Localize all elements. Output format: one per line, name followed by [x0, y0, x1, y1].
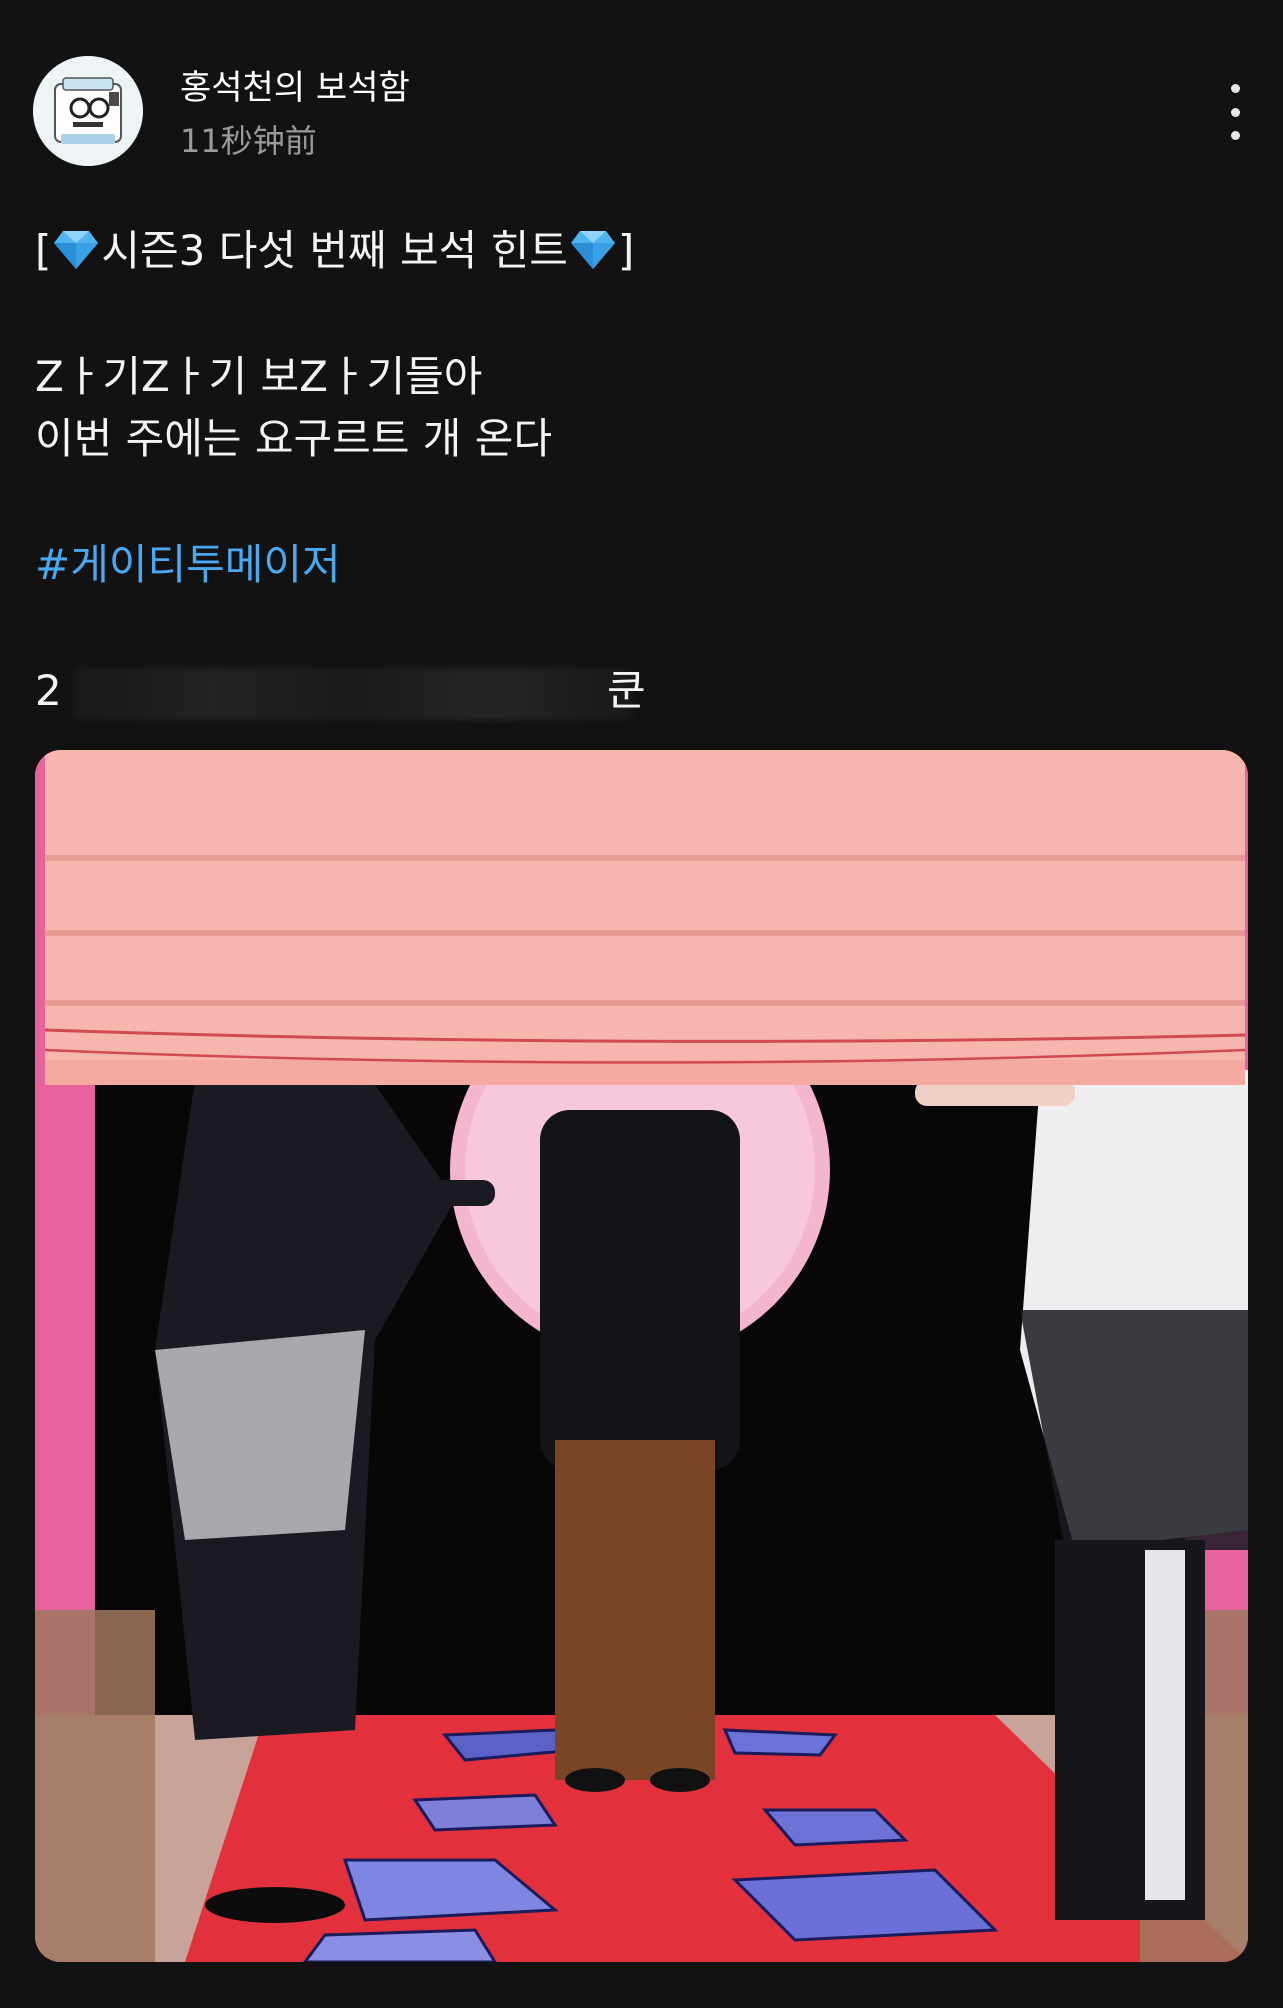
photo-scene [35, 750, 1248, 1962]
more-vertical-icon-dot [1230, 131, 1240, 140]
avatar-icon [33, 56, 143, 166]
obscured-end-text: 쿤 [607, 666, 646, 715]
post-timestamp: 11秒钟前 [180, 122, 317, 160]
author-avatar[interactable] [33, 56, 143, 166]
post-line-obscured: 2 쿤 [35, 660, 1235, 722]
gem-icon [570, 231, 615, 269]
title-bracket-open: [ [35, 226, 52, 275]
more-vertical-icon-dot [1230, 107, 1240, 117]
post-title: [ 시즌3 다섯 번째 보석 힌트] [35, 220, 1235, 282]
title-text: 시즌3 다섯 번째 보석 힌트 [101, 226, 568, 275]
post-body: [ 시즌3 다섯 번째 보석 힌트] Zㅏ기Zㅏ기 보Zㅏ기들아 이번 주에는 요… [35, 220, 1235, 722]
more-options-button[interactable] [1215, 84, 1255, 140]
post-photo[interactable] [35, 750, 1248, 1962]
obscured-start-text: 2 [35, 666, 62, 715]
title-bracket-close: ] [617, 226, 635, 275]
post-line-2: 이번 주에는 요구르트 개 온다 [35, 414, 553, 463]
obscured-region [73, 668, 633, 720]
hashtag-link[interactable]: #게이티투메이저 [35, 534, 1235, 596]
post-line-1: Zㅏ기Zㅏ기 보Zㅏ기들아 [35, 352, 483, 401]
gem-icon [54, 231, 99, 269]
author-name[interactable]: 홍석천의 보석함 [180, 60, 410, 109]
more-vertical-icon [1230, 84, 1240, 93]
